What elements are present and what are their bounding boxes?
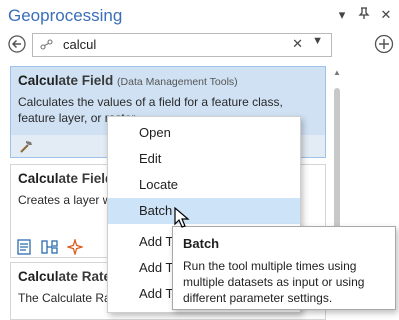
clear-search-icon[interactable]: ✕ [292,36,303,52]
menu-item-batch[interactable]: Batch [108,198,300,224]
pane-title-buttons: ▾ ✕ [335,7,393,23]
search-box: ✕ ▼ [32,33,332,57]
pane-title: Geoprocessing [8,6,123,25]
menu-item-open[interactable]: Open [108,120,300,146]
tooltip-description: Run the tool multiple times using multip… [183,259,365,305]
batch-tooltip: Batch Run the tool multiple times using … [172,226,396,310]
tooltip-title: Batch [183,236,220,251]
sparkle-icon [67,239,83,255]
hammer-icon [20,141,32,153]
back-arrow-icon[interactable] [8,35,26,53]
menu-item-edit[interactable]: Edit [108,146,300,172]
result-title: Calculate Rate [18,269,112,284]
document-icon [17,239,31,255]
scroll-up-icon[interactable]: ▲ [333,68,341,77]
close-icon[interactable]: ✕ [379,7,393,23]
geoprocessing-pane: Geoprocessing ▾ ✕ ✕ ▼ Calc [0,0,399,320]
menu-item-locate[interactable]: Locate [108,172,300,198]
result-title: Calculate Field (Data Management Tools) [18,73,238,88]
add-icon[interactable] [374,34,394,54]
search-options-dropdown-icon[interactable]: ▼ [312,35,323,47]
result-title: Calculate Field [18,171,114,186]
pin-icon[interactable] [357,7,371,23]
mouse-cursor-icon [174,207,190,228]
search-input[interactable] [63,36,263,52]
toolbox-name: (Data Management Tools) [117,76,238,88]
search-row: ✕ ▼ [6,33,394,57]
tool-search-icon [40,39,53,50]
model-icon [41,240,58,254]
options-dropdown-icon[interactable]: ▾ [335,7,349,23]
